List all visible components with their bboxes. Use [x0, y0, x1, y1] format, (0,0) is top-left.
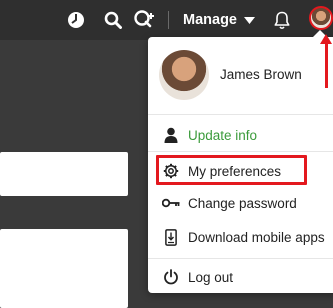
preferences-highlight-annotation	[156, 155, 307, 185]
mobile-download-icon	[162, 228, 180, 246]
background-card	[0, 229, 128, 308]
background-card	[0, 152, 128, 196]
search-icon[interactable]	[101, 0, 125, 40]
change-password-label: Change password	[188, 195, 297, 211]
top-navigation-bar: Manage	[0, 0, 333, 40]
power-icon	[162, 268, 180, 286]
download-mobile-apps-item[interactable]: Download mobile apps	[148, 222, 333, 252]
user-icon	[162, 126, 180, 144]
log-out-label: Log out	[188, 269, 234, 285]
change-password-item[interactable]: Change password	[148, 188, 333, 218]
bell-icon[interactable]	[271, 0, 293, 40]
update-info-label: Update info	[188, 127, 258, 143]
chevron-down-icon	[244, 12, 255, 28]
menu-divider	[148, 114, 333, 115]
update-info-item[interactable]: Update info	[148, 120, 333, 150]
log-out-item[interactable]: Log out	[148, 262, 333, 292]
clock-icon[interactable]	[64, 0, 88, 40]
menu-divider	[148, 151, 333, 152]
annotation-arrow-shaft	[325, 40, 328, 88]
user-avatar-button[interactable]	[309, 6, 333, 30]
profile-name: James Brown	[220, 67, 302, 82]
profile-avatar	[159, 50, 209, 100]
toolbar-divider	[168, 11, 169, 29]
key-icon	[162, 194, 180, 212]
manage-label: Manage	[183, 12, 237, 28]
annotation-arrow-head	[320, 34, 332, 44]
add-user-icon[interactable]	[132, 0, 158, 40]
download-mobile-apps-label: Download mobile apps	[188, 229, 325, 245]
manage-menu-button[interactable]: Manage	[183, 9, 255, 31]
menu-divider	[148, 258, 333, 259]
